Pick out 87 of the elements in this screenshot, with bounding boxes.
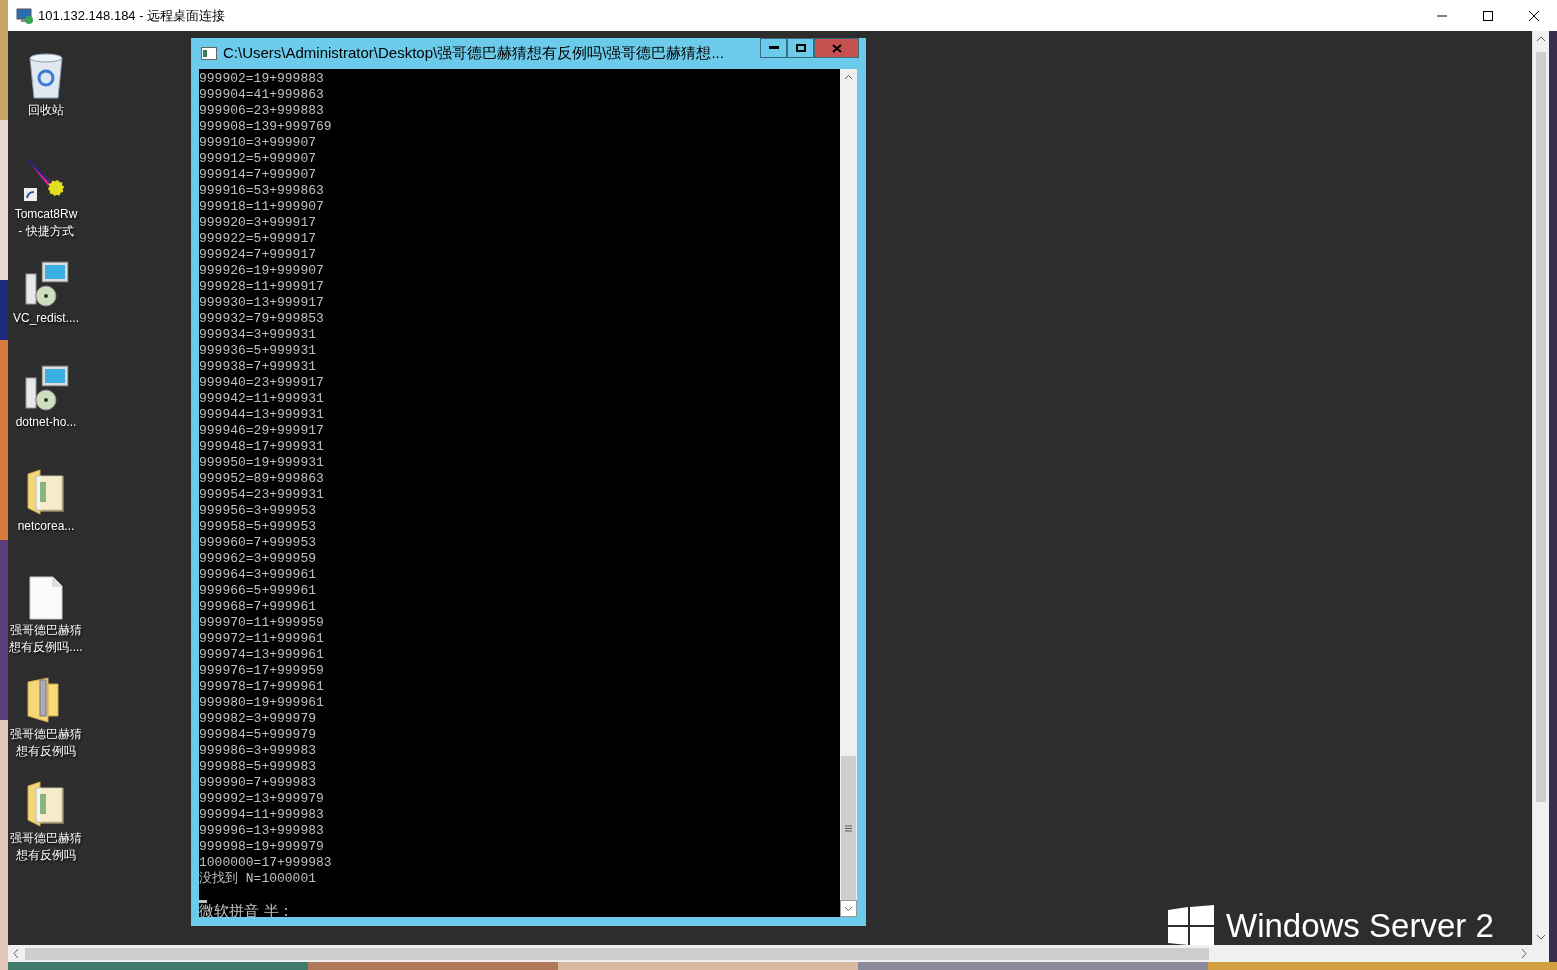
maximize-icon [1483,10,1493,21]
console-line: 999956=3+999953 [199,503,318,519]
console-line: 999936=5+999931 [199,343,318,359]
console-line: 999946=29+999917 [199,423,325,439]
blank-file-icon [29,576,63,620]
console-line: 999962=3+999959 [199,551,318,567]
maximize-icon [795,44,806,52]
console-line: 没找到 N=1000001 [199,871,317,887]
console-line: 999920=3+999917 [199,215,318,231]
installer-computer-icon [22,260,70,308]
console-line: 999918=11+999907 [199,199,325,215]
console-line: 999906=23+999883 [199,103,325,119]
console-line: 999924=7+999917 [199,247,318,263]
console-line: 999942=11+999931 [199,391,325,407]
console-line: 999984=5+999979 [199,727,318,743]
scroll-thumb[interactable] [1536,52,1546,802]
console-line: 999988=5+999983 [199,759,318,775]
icon-label[interactable]: dotnet-ho... [15,414,77,431]
minimize-button[interactable] [760,38,787,58]
console-line: 999982=3+999979 [199,711,318,727]
console-line: 999964=3+999961 [199,567,318,583]
console-line: 1000000=17+999983 [199,855,333,871]
remote-desktop-icon [16,7,34,24]
console-line: 999968=7+999961 [199,599,318,615]
window-title: 101.132.148.184 - 远程桌面连接 [38,6,226,25]
console-line: 999926=19+999907 [199,263,325,279]
console-line: 999948=17+999931 [199,439,325,455]
icon-label[interactable]: Tomcat8Rw - 快捷方式 [14,206,78,240]
console-line: 999940=23+999917 [199,375,325,391]
close-icon [1529,10,1539,21]
close-button[interactable] [814,38,859,58]
installer-computer-icon [22,364,70,412]
horizontal-scrollbar[interactable] [8,945,1532,962]
console-line: 999954=23+999931 [199,487,325,503]
console-line: 999970=11+999959 [199,615,325,631]
console-line: 999972=11+999961 [199,631,325,647]
console-line: 999990=7+999983 [199,775,318,791]
console-line: 999996=13+999983 [199,823,325,839]
console-line: 999912=5+999907 [199,151,318,167]
console-line: 999916=53+999863 [199,183,325,199]
console-line: 999966=5+999961 [199,583,318,599]
folder-icon [26,780,66,828]
console-line: 999908=139+999769 [199,119,333,135]
console-line: 999928=11+999917 [199,279,325,295]
scroll-thumb[interactable] [841,756,856,900]
console-line: 999944=13+999931 [199,407,325,423]
vertical-scrollbar[interactable] [840,69,857,917]
icon-label[interactable]: 回收站 [28,102,64,119]
console-line: 999952=89+999863 [199,471,325,487]
icon-label[interactable]: 强哥德巴赫猜 想有反例吗 [10,830,82,864]
scroll-thumb[interactable] [25,947,1209,960]
icon-label[interactable]: netcorea... [17,518,75,535]
branding-text: Windows Server 2 [1226,906,1494,945]
console-line: 999938=7+999931 [199,359,318,375]
folder-icon [26,468,66,516]
vertical-scrollbar[interactable] [1532,31,1549,945]
maximize-button[interactable] [787,38,814,58]
console-line: 999986=3+999983 [199,743,318,759]
icon-label[interactable]: 强哥德巴赫猜 想有反例吗 [10,726,82,760]
console-line: 999974=13+999961 [199,647,325,663]
console-line: 999910=3+999907 [199,135,318,151]
text-cursor [199,900,207,903]
console-line: 999904=41+999863 [199,87,325,103]
console-icon [201,47,217,60]
console-line: 999950=19+999931 [199,455,325,471]
console-line: 999902=19+999883 [199,71,325,87]
console-line: 999960=7+999953 [199,535,318,551]
console-line: 999934=3+999931 [199,327,318,343]
console-line: 999998=19+999979 [199,839,325,855]
console-line: 999978=17+999961 [199,679,325,695]
icon-label[interactable]: 强哥德巴赫猜 想有反例吗.... [9,622,83,656]
console-line: 999914=7+999907 [199,167,318,183]
console-line: 999958=5+999953 [199,519,318,535]
windows-logo-icon [1168,904,1214,945]
console-line: 999994=11+999983 [199,807,325,823]
icon-label[interactable]: VC_redist.... [13,310,79,327]
minimize-icon [768,46,779,50]
console-line: 999922=5+999917 [199,231,318,247]
console-line: 999930=13+999917 [199,295,325,311]
recycle-bin-icon [26,52,66,100]
console-title: C:\Users\Administrator\Desktop\强哥德巴赫猜想有反例吗\强哥德巴赫猜想... [223,43,724,64]
console-line: 999980=19+999961 [199,695,325,711]
console-line: 999992=13+999979 [199,791,325,807]
console-line: 999932=79+999853 [199,311,325,327]
scroll-down-icon[interactable] [840,900,857,917]
close-icon [831,43,842,53]
console-line: 999976=17+999959 [199,663,325,679]
